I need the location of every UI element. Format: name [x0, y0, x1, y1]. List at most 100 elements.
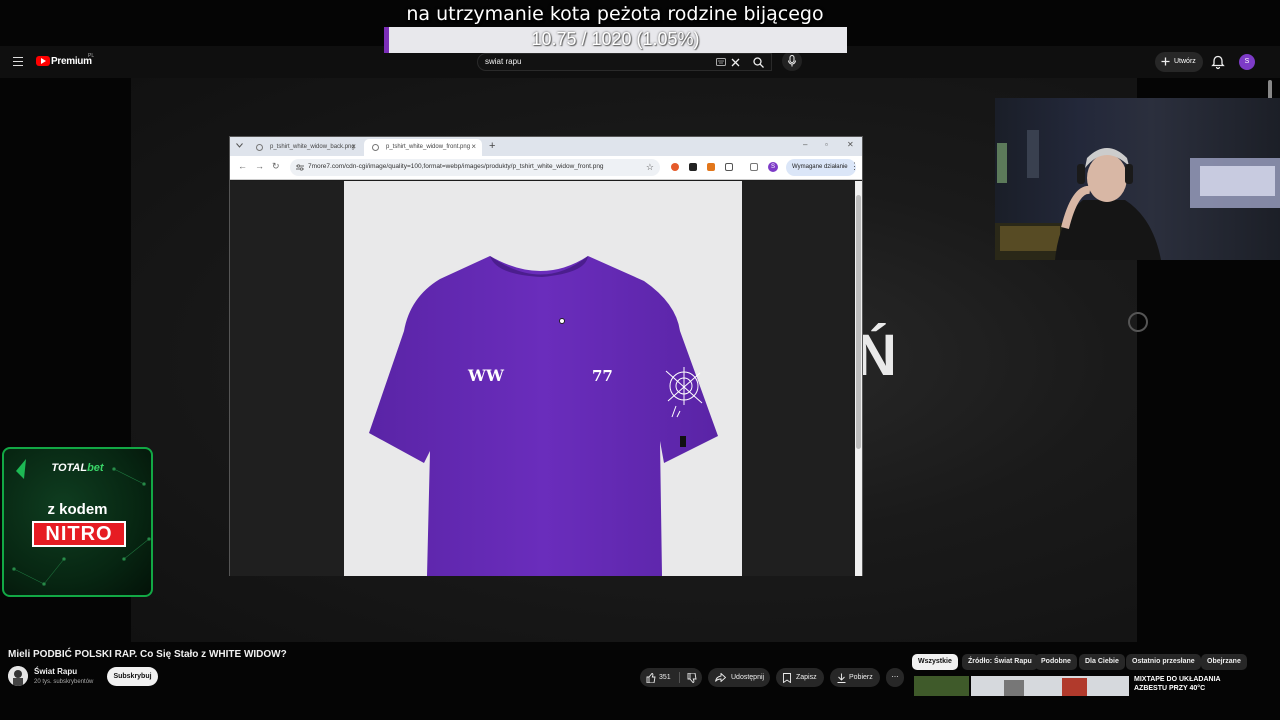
- metamask-extension-icon[interactable]: [707, 163, 715, 171]
- ad-brand-logo: TOTALbet: [4, 462, 151, 474]
- shirt-print-left: WW: [467, 366, 505, 385]
- browser-tab-front-image[interactable]: p_tshirt_white_widow_front.png ×: [364, 139, 482, 156]
- like-dislike-group: 351: [640, 668, 702, 687]
- like-divider: [679, 672, 680, 683]
- share-button[interactable]: Udostępnij: [708, 668, 770, 687]
- profile-avatar[interactable]: S: [768, 162, 778, 172]
- tab-title: p_tshirt_white_widow_back.png: [270, 144, 355, 150]
- ad-brand-part-b: bet: [87, 462, 104, 474]
- extension-icon[interactable]: [689, 163, 697, 171]
- donation-progress-text: 10.75 / 1020 (1.05%): [531, 29, 700, 49]
- new-tab-icon[interactable]: +: [489, 140, 495, 152]
- browser-menu-icon[interactable]: ⋮: [850, 161, 859, 172]
- action-required-button[interactable]: Wymagane działanie: [786, 159, 856, 176]
- notifications-bell-icon[interactable]: [1210, 54, 1226, 70]
- menu-icon[interactable]: [13, 57, 23, 66]
- create-button[interactable]: Utwórz: [1155, 52, 1203, 72]
- ad-headline: z kodem: [47, 501, 108, 518]
- window-close-icon[interactable]: ✕: [847, 140, 854, 149]
- donation-progress-bar: 10.75 / 1020 (1.05%): [384, 27, 847, 53]
- browser-window: p_tshirt_white_widow_back.png × p_tshirt…: [229, 136, 863, 576]
- browser-scrollbar[interactable]: [855, 181, 862, 576]
- streamer-webcam: [995, 98, 1280, 260]
- like-count[interactable]: 351: [659, 668, 671, 687]
- maximize-icon[interactable]: ▫: [825, 140, 828, 149]
- sponsor-ad-panel: TOTALbet z kodem NITRO: [2, 447, 153, 597]
- search-input[interactable]: swiat rapu: [477, 53, 772, 71]
- loading-circle-icon: [1128, 312, 1148, 332]
- minimize-icon[interactable]: –: [803, 140, 807, 149]
- site-settings-icon[interactable]: [296, 164, 304, 171]
- address-bar-url: 7more7.com/cdn-cgi/image/quality=100,for…: [308, 163, 604, 170]
- browser-tab-strip: p_tshirt_white_widow_back.png × p_tshirt…: [230, 137, 862, 156]
- back-arrow-icon[interactable]: ←: [238, 161, 247, 171]
- tab-close-icon[interactable]: ×: [471, 142, 476, 151]
- browser-toolbar: ← → ↻ 7more7.com/cdn-cgi/image/quality=1…: [230, 156, 862, 180]
- search-icon: [753, 57, 764, 68]
- webcam-feed-image: [995, 130, 1280, 260]
- purple-tshirt-image: WW 77: [369, 256, 718, 576]
- ad-brand-part-a: TOTAL: [51, 462, 88, 474]
- forward-arrow-icon[interactable]: →: [255, 161, 264, 171]
- share-label: Udostępnij: [731, 674, 765, 681]
- filter-chip-watched[interactable]: Obejrzane: [1201, 654, 1247, 670]
- tab-title: p_tshirt_white_widow_front.png: [386, 144, 471, 150]
- extensions-puzzle-icon[interactable]: [725, 163, 733, 171]
- bookmark-star-icon[interactable]: ☆: [646, 162, 654, 173]
- donation-goal-title: na utrzymanie kota peżota rodzine bijące…: [406, 3, 824, 25]
- tab-close-icon[interactable]: ×: [351, 142, 356, 151]
- more-actions-icon[interactable]: ⋯: [886, 668, 904, 687]
- recommended-video-title-line1: MIXTAPE DO UKŁADANIA: [1134, 676, 1221, 683]
- ad-promo-code: NITRO: [32, 521, 126, 547]
- channel-name[interactable]: Świat Rapu: [34, 667, 77, 676]
- create-button-label: Utwórz: [1174, 58, 1196, 65]
- reload-icon[interactable]: ↻: [272, 161, 280, 172]
- filter-chip-related[interactable]: Podobne: [1035, 654, 1077, 670]
- filter-chip-recent[interactable]: Ostatnio przesłane: [1126, 654, 1201, 670]
- product-image: WW 77: [344, 181, 742, 576]
- download-button[interactable]: Pobierz: [830, 668, 880, 687]
- image-viewer: WW 77: [230, 181, 855, 576]
- subscriber-count: 20 tys. subskrybentów: [34, 679, 94, 685]
- subscribe-button[interactable]: Subskrybuj: [107, 667, 158, 686]
- keyboard-icon[interactable]: [716, 58, 726, 66]
- shirt-print-right: 77: [592, 367, 613, 385]
- account-avatar[interactable]: S: [1239, 54, 1255, 70]
- plus-icon: [1161, 57, 1170, 66]
- premium-logo-text[interactable]: Premium: [51, 56, 92, 67]
- recommended-video-item[interactable]: MIXTAPE DO UKŁADANIA AZBESTU PRZY 40°C: [914, 676, 1274, 696]
- bookmark-save-icon: [783, 673, 791, 683]
- filter-chip-for-you[interactable]: Dla Ciebie: [1079, 654, 1125, 670]
- page-scrollbar-thumb[interactable]: [1268, 80, 1272, 100]
- clear-search-icon[interactable]: [731, 58, 740, 67]
- recommended-video-thumbnail: [914, 676, 1129, 696]
- filter-chip-all[interactable]: Wszystkie: [912, 654, 958, 670]
- address-bar[interactable]: 7more7.com/cdn-cgi/image/quality=100,for…: [290, 159, 660, 176]
- like-thumb-icon[interactable]: [646, 673, 656, 683]
- youtube-logo-icon[interactable]: [36, 56, 50, 66]
- save-button[interactable]: Zapisz: [776, 668, 824, 687]
- tab-search-chevron-icon[interactable]: [236, 143, 243, 148]
- video-title: Mieli PODBIĆ POLSKI RAP. Co Się Stało z …: [8, 649, 287, 660]
- mouse-cursor-icon: [559, 318, 565, 324]
- save-label: Zapisz: [796, 674, 817, 681]
- media-controls-icon[interactable]: [750, 163, 758, 171]
- channel-avatar-image: [8, 666, 28, 686]
- microphone-icon: [788, 55, 796, 67]
- image-favicon-icon: [256, 144, 263, 151]
- channel-avatar[interactable]: [8, 666, 28, 686]
- filter-chip-source[interactable]: Źródło: Świat Rapu: [962, 654, 1038, 670]
- download-label: Pobierz: [849, 674, 873, 681]
- search-input-value: swiat rapu: [485, 57, 522, 66]
- browser-tab-back-image[interactable]: p_tshirt_white_widow_back.png ×: [248, 139, 362, 156]
- recommended-video-title-line2: AZBESTU PRZY 40°C: [1134, 685, 1206, 692]
- voice-search-button[interactable]: [782, 51, 802, 71]
- sleeve-tag: [680, 436, 686, 447]
- download-icon: [837, 673, 846, 683]
- extension-icon[interactable]: [671, 163, 679, 171]
- browser-scrollbar-thumb[interactable]: [856, 195, 861, 449]
- image-favicon-icon: [372, 144, 379, 151]
- share-arrow-icon: [715, 673, 726, 682]
- search-button[interactable]: [744, 53, 772, 71]
- dislike-thumb-icon[interactable]: [687, 673, 697, 683]
